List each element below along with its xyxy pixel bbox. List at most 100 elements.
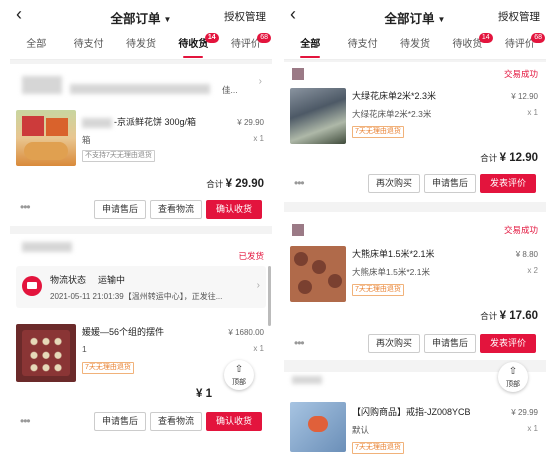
product-spec: 箱 xyxy=(82,135,91,145)
product-qty: x 2 xyxy=(527,266,538,275)
confirm-receipt-button[interactable]: 确认收货 xyxy=(206,200,262,219)
scrollbar[interactable] xyxy=(268,266,271,326)
page-title-text: 全部订单 xyxy=(110,12,161,26)
chevron-right-icon[interactable]: › xyxy=(259,76,262,87)
product-box-graphic xyxy=(46,118,68,136)
tab-to-review[interactable]: 待评价 68 xyxy=(220,32,272,60)
after-sale-button[interactable]: 申请售后 xyxy=(94,412,146,431)
product-title[interactable]: 媛媛—56个组的摆件 xyxy=(82,326,164,338)
arrow-up-icon: ⇧ xyxy=(234,364,244,375)
more-icon[interactable]: ••• xyxy=(294,336,305,350)
tab-to-receive[interactable]: 待收货 14 xyxy=(167,32,219,60)
arrow-up-icon: ⇧ xyxy=(508,366,518,377)
product-image[interactable] xyxy=(290,246,346,302)
tab-label: 待评价 xyxy=(230,38,261,50)
product-title[interactable]: -京派鲜花饼 300g/箱 xyxy=(114,116,196,128)
shop-name-suffix: 佳... xyxy=(222,85,238,95)
product-price: ¥ 29.90 xyxy=(237,118,264,127)
chevron-right-icon[interactable]: › xyxy=(257,280,260,291)
more-icon[interactable]: ••• xyxy=(294,176,305,190)
product-spec: 大绿花床单2米*2.3米 xyxy=(352,109,432,119)
total-value: ¥ 17.60 xyxy=(499,310,538,322)
count-badge: 14 xyxy=(204,32,219,43)
order-total: ¥ 1 xyxy=(196,388,212,400)
blurred-shop-name xyxy=(292,376,322,384)
write-review-button[interactable]: 发表评价 xyxy=(480,334,536,353)
total-value: ¥ 1 xyxy=(196,388,212,400)
product-title[interactable]: 【闪购商品】戒指-JZ008YCB xyxy=(352,406,471,418)
product-price: ¥ 8.80 xyxy=(515,250,538,259)
shop-avatar[interactable] xyxy=(292,68,304,80)
product-price: ¥ 1680.00 xyxy=(228,328,264,337)
tab-all[interactable]: 全部 xyxy=(284,32,336,60)
seven-day-return-tag: 7天无理由退货 xyxy=(352,284,404,296)
order-card[interactable]: 交易成功 大熊床单1.5米*2.1米 ¥ 8.80 大熊床单1.5米*2.1米 … xyxy=(284,212,546,360)
write-review-button[interactable]: 发表评价 xyxy=(480,174,536,193)
bear-graphic xyxy=(312,260,326,274)
right-screen: ‹ 全部订单 ▼ 授权管理 全部 待支付 待发货 待收货 14 待评价 68 交易成功… xyxy=(284,0,546,458)
back-to-top-label: 顶部 xyxy=(506,381,520,388)
order-tabs: 全部 待支付 待发货 待收货 14 待评价 68 xyxy=(284,32,546,60)
caret-down-icon: ▼ xyxy=(437,15,446,24)
product-qty: x 1 xyxy=(527,108,538,117)
confirm-receipt-button[interactable]: 确认收货 xyxy=(206,412,262,431)
count-badge: 68 xyxy=(257,32,272,43)
total-label: 合计 xyxy=(480,153,498,163)
product-image[interactable] xyxy=(290,402,346,452)
nav-bar: ‹ 全部订单 ▼ 授权管理 xyxy=(10,0,272,32)
tab-label: 待发货 xyxy=(126,38,157,50)
view-logistics-button[interactable]: 查看物流 xyxy=(150,412,202,431)
total-label: 合计 xyxy=(206,179,224,189)
product-price: ¥ 12.90 xyxy=(511,92,538,101)
tab-to-review[interactable]: 待评价 68 xyxy=(494,32,546,60)
back-to-top-button[interactable]: ⇧ 顶部 xyxy=(224,360,254,390)
tab-label: 待支付 xyxy=(73,38,104,50)
auth-manage-link[interactable]: 授权管理 xyxy=(224,9,266,24)
tab-unpaid[interactable]: 待支付 xyxy=(62,32,114,60)
shop-avatar[interactable] xyxy=(292,224,304,236)
logistics-label: 物流状态 xyxy=(50,275,87,285)
tab-label: 待评价 xyxy=(504,38,535,50)
order-card[interactable]: 已发货 物流状态 运输中 2021-05-11 21:01:39【温州转运中心】… xyxy=(10,234,272,458)
more-icon[interactable]: ••• xyxy=(20,414,31,428)
after-sale-button[interactable]: 申请售后 xyxy=(424,334,476,353)
product-image[interactable] xyxy=(290,88,346,144)
no-return-tag: 不支持7天无理由退货 xyxy=(82,150,155,162)
blurred-shop-name xyxy=(22,242,72,252)
product-qty: x 1 xyxy=(253,344,264,353)
after-sale-button[interactable]: 申请售后 xyxy=(424,174,476,193)
blurred-shop-name xyxy=(22,76,62,94)
logistics-panel[interactable]: 物流状态 运输中 2021-05-11 21:01:39【温州转运中心】，正发往… xyxy=(16,266,266,308)
tab-unpaid[interactable]: 待支付 xyxy=(336,32,388,60)
order-card[interactable]: 佳... › -京派鲜花饼 300g/箱 箱 ¥ 29.90 x 1 不支持7天… xyxy=(10,64,272,226)
order-status: 已发货 xyxy=(238,251,264,261)
buy-again-button[interactable]: 再次购买 xyxy=(368,334,420,353)
tab-all[interactable]: 全部 xyxy=(10,32,62,60)
buy-again-button[interactable]: 再次购买 xyxy=(368,174,420,193)
product-spec: 大熊床单1.5米*2.1米 xyxy=(352,267,430,277)
view-logistics-button[interactable]: 查看物流 xyxy=(150,200,202,219)
product-image[interactable] xyxy=(16,110,76,166)
seven-day-return-tag: 7天无理由退货 xyxy=(352,442,404,454)
product-title[interactable]: 大熊床单1.5米*2.1米 xyxy=(352,248,435,260)
order-card[interactable]: 交易成功 大绿花床单2米*2.3米 ¥ 12.90 大绿花床单2米*2.3米 x… xyxy=(284,62,546,202)
tab-unshipped[interactable]: 待发货 xyxy=(389,32,441,60)
page-title-text: 全部订单 xyxy=(384,12,435,26)
product-qty: x 1 xyxy=(253,134,264,143)
after-sale-button[interactable]: 申请售后 xyxy=(94,200,146,219)
truck-icon xyxy=(22,276,42,296)
tab-label: 全部 xyxy=(26,38,47,50)
tab-label: 全部 xyxy=(300,38,321,50)
count-badge: 14 xyxy=(478,32,493,43)
bear-graphic xyxy=(298,280,312,294)
tab-to-receive[interactable]: 待收货 14 xyxy=(441,32,493,60)
product-title[interactable]: 大绿花床单2米*2.3米 xyxy=(352,90,436,102)
blurred-title-prefix xyxy=(82,118,112,128)
product-price: ¥ 29.99 xyxy=(511,408,538,417)
product-image[interactable] xyxy=(16,324,76,382)
more-icon[interactable]: ••• xyxy=(20,200,31,214)
back-to-top-button[interactable]: ⇧ 顶部 xyxy=(498,362,528,392)
auth-manage-link[interactable]: 授权管理 xyxy=(498,9,540,24)
ring-graphic xyxy=(308,416,328,432)
tab-unshipped[interactable]: 待发货 xyxy=(115,32,167,60)
